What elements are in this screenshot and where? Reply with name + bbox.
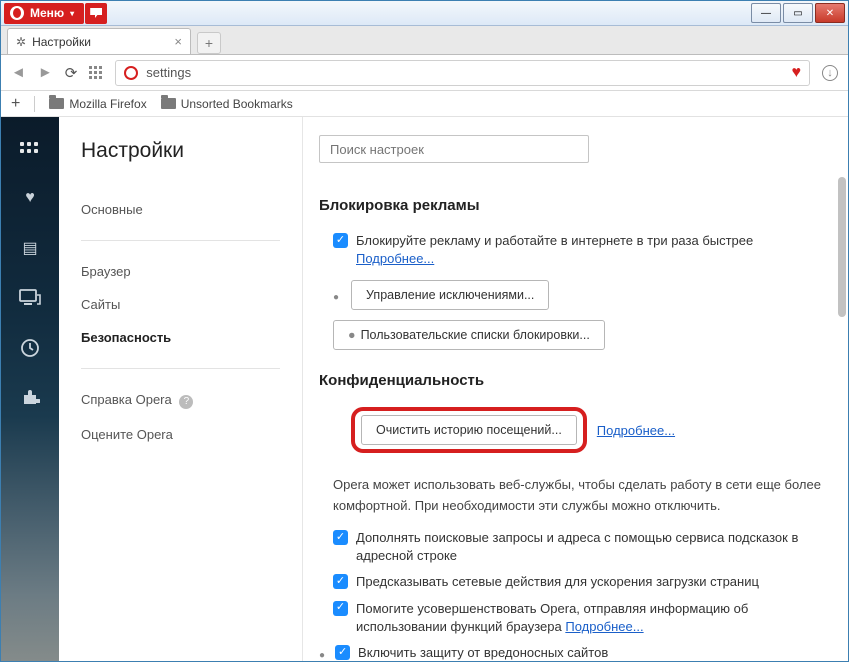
privacy-opt-improve[interactable]: ✓ Помогите усовершенствовать Opera, отпр… <box>319 600 822 636</box>
button-block-lists[interactable]: ●Пользовательские списки блокировки... <box>333 320 605 350</box>
window-controls: — ▭ ✕ <box>751 3 848 23</box>
checkbox-checked-icon[interactable]: ✓ <box>333 233 348 248</box>
folder-icon <box>161 98 176 109</box>
folder-label: Mozilla Firefox <box>69 97 146 111</box>
opera-menu-button[interactable]: Меню ▾ <box>4 3 84 24</box>
sidebar-item-security[interactable]: Безопасность <box>81 321 280 354</box>
sidebar-item-browser[interactable]: Браузер <box>81 255 280 288</box>
main-area: ♥ ▤ Настройки Основные Браузер Сайты Без… <box>1 117 848 661</box>
checkbox-checked-icon[interactable]: ✓ <box>333 574 348 589</box>
section-title-privacy: Конфиденциальность <box>319 372 822 389</box>
speed-dial-icon[interactable] <box>89 66 103 80</box>
help-label: Справка Opera <box>81 392 172 407</box>
menu-label: Меню <box>30 6 64 20</box>
settings-content: Блокировка рекламы ✓ Блокируйте рекламу … <box>303 117 848 661</box>
speech-indicator-button[interactable] <box>85 3 107 24</box>
checkbox-checked-icon[interactable]: ✓ <box>335 645 350 660</box>
settings-sidebar: Настройки Основные Браузер Сайты Безопас… <box>59 117 303 661</box>
maximize-button[interactable]: ▭ <box>783 3 813 23</box>
opt-label: Предсказывать сетевые действия для ускор… <box>356 573 759 591</box>
section-title-adblock: Блокировка рекламы <box>319 197 822 214</box>
rail-speed-dial-icon[interactable] <box>17 137 43 159</box>
tab-close-button[interactable]: × <box>174 34 182 49</box>
window-titlebar: Меню ▾ — ▭ ✕ <box>1 1 848 26</box>
scrollbar-thumb[interactable] <box>838 177 846 317</box>
back-button[interactable]: ◄ <box>11 64 26 81</box>
help-icon: ? <box>179 395 193 409</box>
settings-search-input[interactable] <box>319 135 589 163</box>
sidebar-item-basic[interactable]: Основные <box>81 193 280 226</box>
privacy-opt-suggestions[interactable]: ✓ Дополнять поисковые запросы и адреса с… <box>319 529 822 565</box>
close-button[interactable]: ✕ <box>815 3 845 23</box>
folder-label: Unsorted Bookmarks <box>181 97 293 111</box>
checkbox-checked-icon[interactable]: ✓ <box>333 530 348 545</box>
highlight-marker: Очистить историю посещений... <box>351 407 587 453</box>
left-icon-rail: ♥ ▤ <box>1 117 59 661</box>
chevron-down-icon: ▾ <box>70 9 74 18</box>
improve-learnmore-link[interactable]: Подробнее... <box>565 619 643 634</box>
tab-strip: ✲ Настройки × + <box>1 26 848 55</box>
address-bar: ◄ ► ⟳ ♥ ↓ <box>1 55 848 91</box>
bookmark-folder-firefox[interactable]: Mozilla Firefox <box>49 97 146 111</box>
adblock-enable-row[interactable]: ✓ Блокируйте рекламу и работайте в интер… <box>319 232 822 268</box>
bullet-icon: ● <box>348 328 356 342</box>
bullet-icon: ● <box>319 649 325 661</box>
add-bookmark-button[interactable]: + <box>11 95 20 113</box>
forward-button[interactable]: ► <box>38 64 53 81</box>
sidebar-item-rate[interactable]: Оцените Opera <box>81 418 280 451</box>
adblock-learnmore-link[interactable]: Подробнее... <box>356 251 434 266</box>
opt-label: Помогите усовершенствовать Opera, отправ… <box>356 601 748 634</box>
opt-label: Дополнять поисковые запросы и адреса с п… <box>356 529 822 565</box>
bookmark-heart-icon[interactable]: ♥ <box>792 64 802 82</box>
divider <box>81 240 280 241</box>
button-manage-exceptions[interactable]: Управление исключениями... <box>351 280 549 310</box>
settings-title: Настройки <box>81 139 280 163</box>
downloads-button[interactable]: ↓ <box>822 65 838 81</box>
bullet-icon: ● <box>333 292 339 303</box>
speech-bubble-icon <box>90 8 102 18</box>
rail-personal-icon[interactable] <box>17 287 43 309</box>
new-tab-button[interactable]: + <box>197 32 221 54</box>
url-field-container: ♥ <box>115 60 810 86</box>
rail-history-icon[interactable] <box>17 337 43 359</box>
rail-news-icon[interactable]: ▤ <box>17 237 43 259</box>
url-input[interactable] <box>146 65 783 80</box>
bookmarks-bar: + Mozilla Firefox Unsorted Bookmarks <box>1 91 848 117</box>
adblock-label: Блокируйте рекламу и работайте в интерне… <box>356 233 753 248</box>
privacy-description: Opera может использовать веб-службы, что… <box>319 475 822 517</box>
privacy-opt-protection[interactable]: ● ✓ Включить защиту от вредоносных сайто… <box>319 644 822 661</box>
opera-url-icon <box>124 66 138 80</box>
rail-bookmarks-icon[interactable]: ♥ <box>17 187 43 209</box>
rail-extensions-icon[interactable] <box>17 387 43 409</box>
gear-icon: ✲ <box>16 35 26 49</box>
sidebar-item-sites[interactable]: Сайты <box>81 288 280 321</box>
tab-title: Настройки <box>32 35 91 49</box>
minimize-button[interactable]: — <box>751 3 781 23</box>
opera-logo-icon <box>10 6 24 20</box>
opt-label: Включить защиту от вредоносных сайтов <box>358 644 608 661</box>
divider <box>34 96 35 112</box>
button-clear-history[interactable]: Очистить историю посещений... <box>361 415 577 445</box>
checkbox-checked-icon[interactable]: ✓ <box>333 601 348 616</box>
bookmark-folder-unsorted[interactable]: Unsorted Bookmarks <box>161 97 293 111</box>
divider <box>81 368 280 369</box>
privacy-learnmore-link[interactable]: Подробнее... <box>597 423 675 438</box>
privacy-opt-predict[interactable]: ✓ Предсказывать сетевые действия для уск… <box>319 573 822 591</box>
reload-button[interactable]: ⟳ <box>65 64 78 82</box>
folder-icon <box>49 98 64 109</box>
tab-settings[interactable]: ✲ Настройки × <box>7 28 191 54</box>
sidebar-item-help[interactable]: Справка Opera ? <box>81 383 280 418</box>
